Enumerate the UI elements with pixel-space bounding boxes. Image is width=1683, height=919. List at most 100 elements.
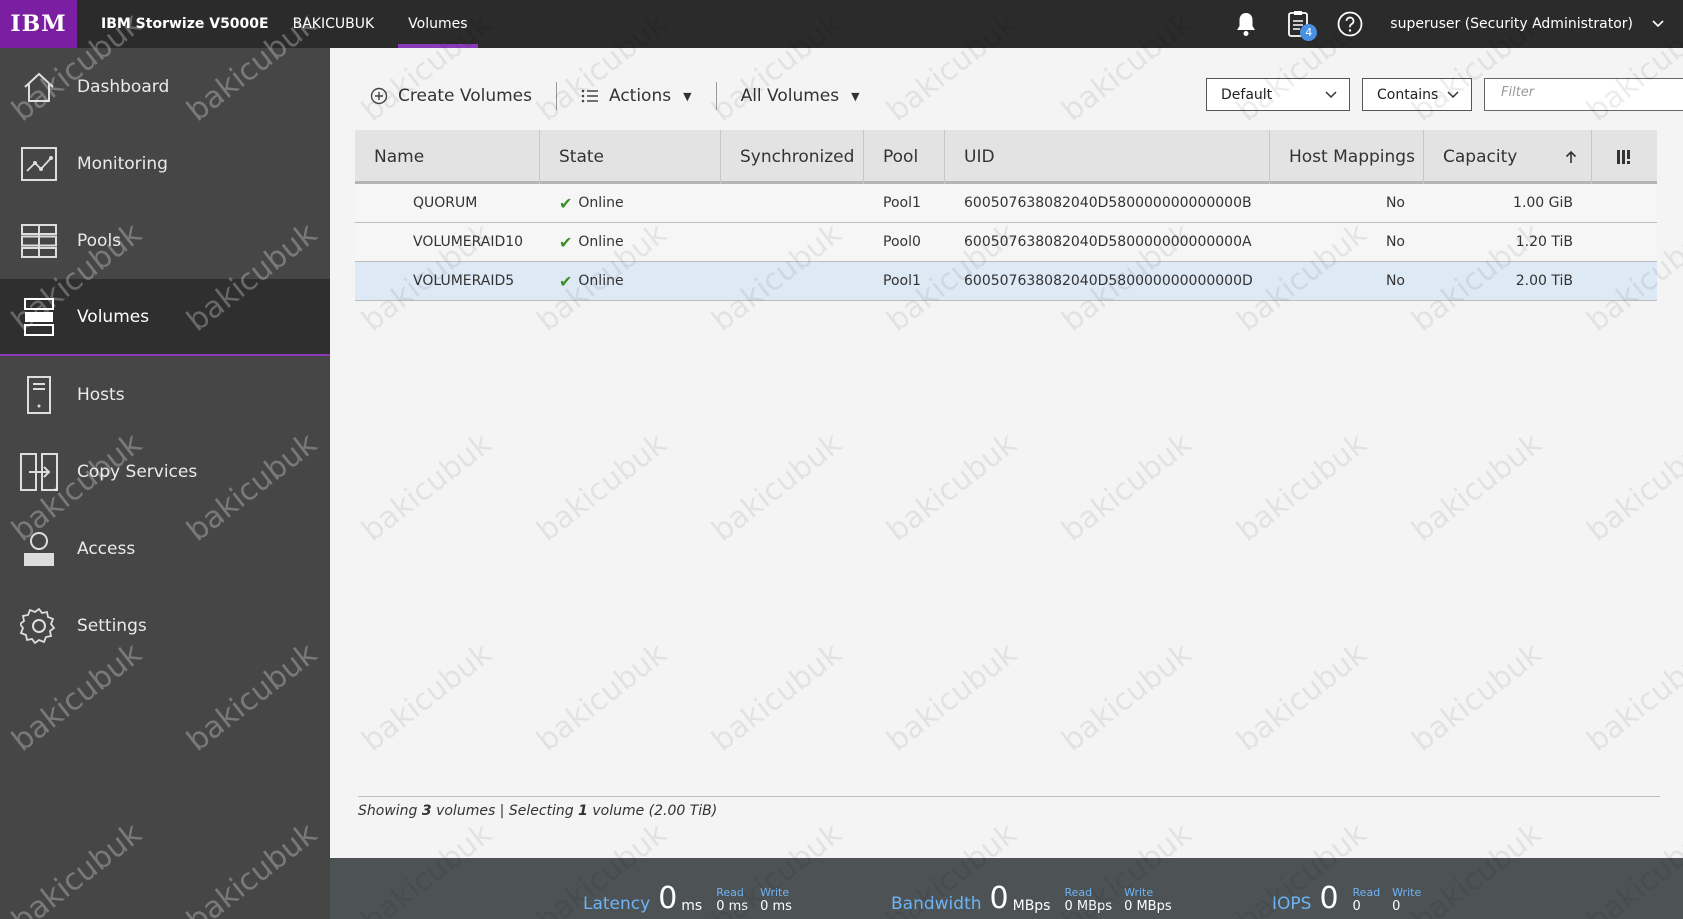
iops-label: IOPS — [1272, 894, 1312, 914]
latency-label: Latency — [583, 894, 651, 914]
sidebar-item-copy-services[interactable]: Copy Services — [0, 433, 330, 510]
cell-state: ✔ Online — [540, 272, 721, 291]
column-header-host-mappings[interactable]: Host Mappings — [1270, 130, 1424, 184]
breadcrumb-current-label: Volumes — [408, 16, 468, 32]
gear-icon — [19, 607, 55, 644]
breadcrumb-system[interactable]: BAKICUBUK — [293, 16, 375, 32]
list-icon — [581, 89, 598, 103]
bandwidth-write-value: 0 MBps — [1124, 899, 1172, 914]
summary-selected-count: 1 — [578, 803, 588, 819]
sidebar-item-label: Settings — [77, 615, 147, 636]
latency-write-value: 0 ms — [760, 899, 792, 914]
iops-value: 0 — [1319, 881, 1339, 916]
sidebar-item-access[interactable]: Access — [0, 510, 330, 587]
table-header: Name State Synchronized Pool UID Host Ma… — [355, 130, 1657, 184]
column-header-name[interactable]: Name — [355, 130, 540, 184]
cell-capacity: 1.20 TiB — [1515, 234, 1573, 250]
cell-name: VOLUMERAID5 — [413, 273, 515, 289]
cell-uid: 600507638082040D580000000000000B — [964, 195, 1252, 211]
chevron-down-icon — [1652, 20, 1664, 28]
tasks-count-badge: 4 — [1300, 24, 1318, 41]
pools-icon — [20, 223, 57, 258]
sidebar-item-settings[interactable]: Settings — [0, 587, 330, 664]
toolbar-divider — [555, 82, 557, 110]
bandwidth-value: 0 — [989, 881, 1009, 916]
latency-value: 0 — [658, 881, 678, 916]
column-header-state[interactable]: State — [540, 130, 721, 184]
sort-ascending-icon — [1565, 150, 1577, 163]
breadcrumb-current-page: Volumes — [398, 0, 478, 48]
cell-name: QUORUM — [413, 195, 478, 211]
table-row-selected[interactable]: VOLUMERAID5 ✔ Online Pool1 60050763808204… — [355, 262, 1657, 301]
iops-write-value: 0 — [1392, 899, 1401, 914]
cell-capacity: 2.00 TiB — [1515, 273, 1573, 289]
cell-host-mappings: No — [1385, 234, 1405, 250]
cell-uid: 600507638082040D580000000000000D — [964, 273, 1253, 289]
iops-read-label: Read — [1352, 886, 1381, 899]
volume-view-dropdown[interactable]: All Volumes ▼ — [741, 78, 860, 114]
help-icon — [1337, 11, 1363, 37]
sidebar-item-volumes[interactable]: Volumes — [0, 279, 330, 356]
monitoring-icon — [20, 146, 57, 181]
cell-pool: Pool1 — [883, 273, 921, 289]
filter-preset-select[interactable]: Default — [1206, 78, 1350, 111]
column-header-synchronized[interactable]: Synchronized — [721, 130, 864, 184]
tasks-button[interactable]: 4 — [1272, 0, 1324, 48]
sidebar-item-pools[interactable]: Pools — [0, 202, 330, 279]
sidebar-item-hosts[interactable]: Hosts — [0, 356, 330, 433]
latency-unit: ms — [681, 898, 703, 914]
iops-write-label: Write — [1392, 886, 1422, 899]
bandwidth-read-value: 0 MBps — [1064, 899, 1113, 914]
cell-state: ✔ Online — [540, 233, 721, 252]
access-icon — [23, 531, 54, 566]
ibm-logo[interactable]: IBM — [0, 0, 77, 48]
latency-write-label: Write — [760, 886, 790, 899]
filter-input[interactable]: Filter — [1484, 78, 1683, 111]
iops-metric[interactable]: IOPS 0 Read 0 Write 0 — [1272, 878, 1433, 916]
user-menu[interactable]: superuser (Security Administrator) — [1390, 16, 1633, 32]
summary-text: volumes | Selecting — [431, 803, 579, 819]
copy-services-icon — [19, 452, 58, 491]
bandwidth-write-label: Write — [1124, 886, 1154, 899]
user-menu-toggle[interactable] — [1633, 20, 1683, 28]
checkmark-icon: ✔ — [559, 271, 573, 291]
latency-read-value: 0 ms — [716, 899, 749, 914]
bandwidth-label: Bandwidth — [891, 894, 982, 914]
table-row[interactable]: VOLUMERAID10 ✔ Online Pool0 6005076380820… — [355, 223, 1657, 262]
sidebar-item-label: Hosts — [77, 384, 125, 405]
table-row[interactable]: QUORUM ✔ Online Pool1 600507638082040D580… — [355, 184, 1657, 223]
checkmark-icon: ✔ — [559, 193, 573, 213]
cell-state: ✔ Online — [540, 194, 721, 213]
column-header-uid[interactable]: UID — [945, 130, 1270, 184]
sidebar-item-label: Dashboard — [77, 76, 170, 97]
help-button[interactable] — [1324, 0, 1376, 48]
sidebar-nav: Dashboard Monitoring Pools Volumes Hosts… — [0, 48, 330, 919]
actions-menu-button[interactable]: Actions ▼ — [581, 78, 692, 114]
column-chooser-button[interactable] — [1592, 130, 1657, 184]
latency-metric[interactable]: Latency 0 ms Read 0 ms Write 0 ms — [583, 878, 804, 916]
column-header-pool[interactable]: Pool — [864, 130, 945, 184]
summary-volume-count: 3 — [421, 803, 432, 819]
cell-uid: 600507638082040D580000000000000A — [964, 234, 1252, 250]
main-content: Create Volumes Actions ▼ All Volumes ▼ D… — [330, 48, 1683, 858]
product-name: IBM Storwize V5000E — [101, 16, 269, 32]
performance-bar: Latency 0 ms Read 0 ms Write 0 ms Bandwidt… — [330, 858, 1683, 919]
chevron-down-icon — [1325, 90, 1337, 98]
columns-icon — [1616, 150, 1630, 164]
sidebar-item-dashboard[interactable]: Dashboard — [0, 48, 330, 125]
cell-name: VOLUMERAID10 — [413, 234, 524, 250]
bell-icon — [1237, 13, 1256, 36]
volumes-toolbar: Create Volumes Actions ▼ All Volumes ▼ D… — [370, 78, 1683, 114]
bandwidth-metric[interactable]: Bandwidth 0 MBps Read 0 MBps Write 0 MBps — [891, 878, 1184, 916]
filter-match-select[interactable]: Contains — [1362, 78, 1472, 111]
caret-down-icon: ▼ — [851, 89, 860, 103]
sidebar-item-label: Monitoring — [77, 153, 168, 174]
sidebar-item-monitoring[interactable]: Monitoring — [0, 125, 330, 202]
selection-summary: Showing 3 volumes | Selecting 1 volume (… — [358, 796, 1660, 819]
column-header-capacity[interactable]: Capacity — [1424, 130, 1592, 184]
cell-capacity: 1.00 GiB — [1513, 195, 1573, 211]
notifications-button[interactable] — [1220, 0, 1272, 48]
bandwidth-unit: MBps — [1012, 898, 1051, 914]
create-volumes-button[interactable]: Create Volumes — [370, 78, 532, 114]
volume-view-label: All Volumes — [740, 86, 840, 106]
